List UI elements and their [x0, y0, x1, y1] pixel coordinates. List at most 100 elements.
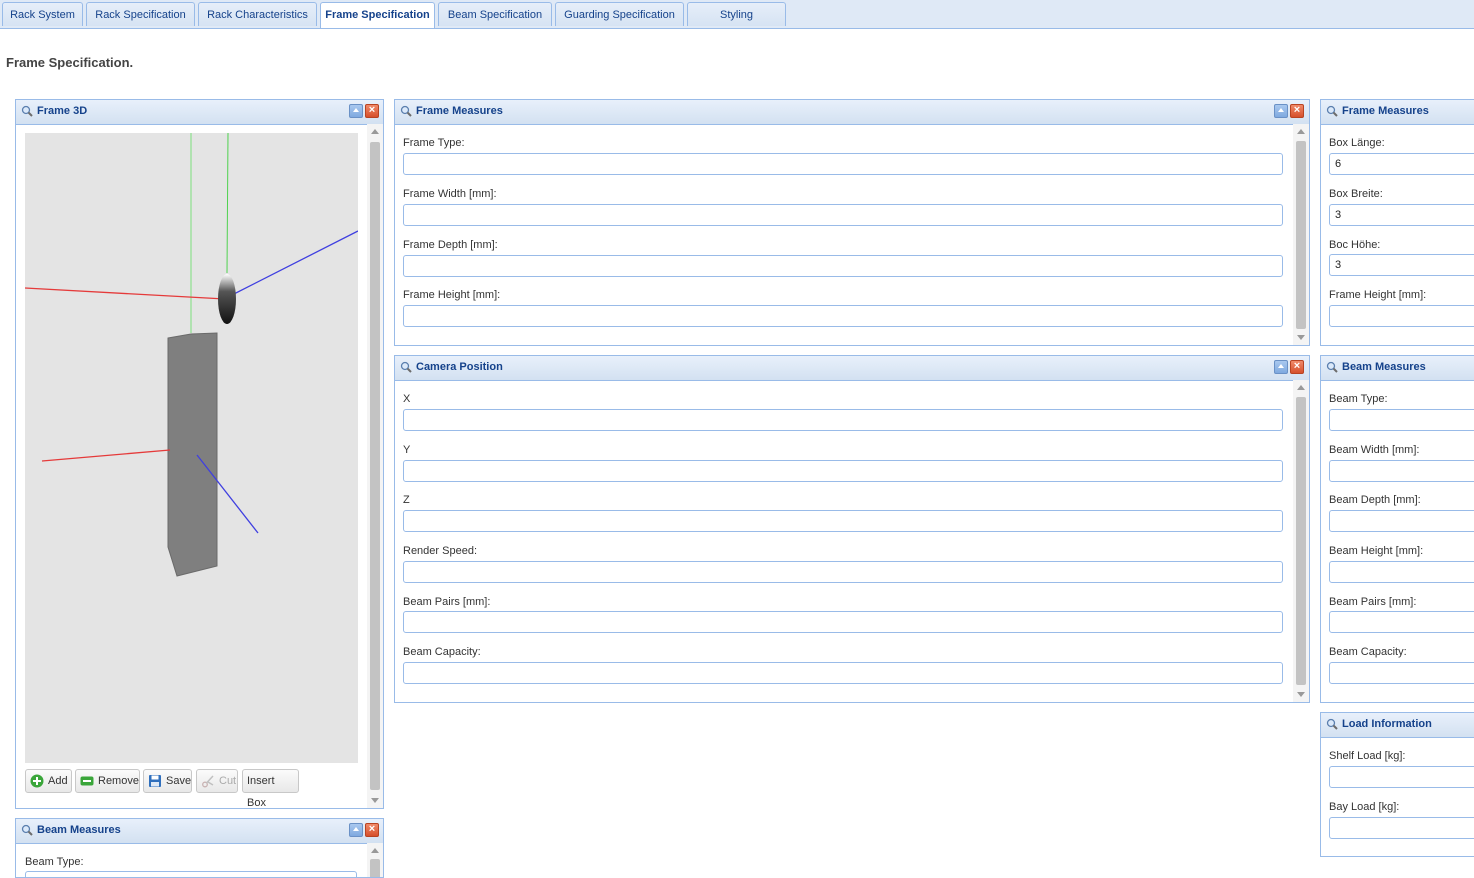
shelf-load-field[interactable]	[1329, 766, 1474, 788]
scroll-down-icon[interactable]	[371, 798, 379, 803]
tab-label: Guarding Specification	[564, 9, 675, 21]
scroll-thumb[interactable]	[1296, 141, 1306, 329]
bay-load-field[interactable]	[1329, 817, 1474, 839]
tab-rack-system[interactable]: Rack System	[2, 2, 83, 26]
frame-height-field[interactable]	[403, 305, 1283, 327]
camera-y-label: Y	[403, 444, 411, 456]
frame-height-right-field[interactable]	[1329, 305, 1474, 327]
magnifier-icon	[21, 824, 33, 836]
magnifier-icon	[1326, 718, 1338, 730]
render-speed-label: Render Speed:	[403, 545, 477, 557]
close-icon[interactable]: ×	[1290, 104, 1304, 118]
y-axis-line	[226, 133, 229, 274]
button-label: Remove	[98, 775, 139, 787]
beam-width-label: Beam Width [mm]:	[1329, 444, 1420, 456]
vertical-scrollbar[interactable]	[367, 124, 383, 808]
camera-y-field[interactable]	[403, 460, 1283, 482]
panel-title: Beam Measures	[1342, 361, 1426, 373]
tab-guarding-specification[interactable]: Guarding Specification	[555, 2, 684, 26]
beam-capacity-label: Beam Capacity:	[1329, 646, 1407, 658]
scroll-thumb[interactable]	[1296, 397, 1306, 685]
insert-box-button[interactable]: Insert Box	[242, 769, 299, 808]
beam-pairs-field[interactable]	[1329, 611, 1474, 633]
save-button[interactable]: Save	[143, 769, 192, 793]
scroll-up-icon[interactable]	[1297, 385, 1305, 390]
scroll-down-icon[interactable]	[1297, 335, 1305, 340]
frame-height-right-label: Frame Height [mm]:	[1329, 289, 1427, 301]
beam-width-field[interactable]	[1329, 460, 1474, 482]
beam-type-field[interactable]	[1329, 409, 1474, 431]
panel-header: Load Information	[1321, 713, 1474, 738]
close-icon[interactable]: ×	[365, 823, 379, 837]
beam-pairs-label: Beam Pairs [mm]:	[403, 596, 491, 608]
panel-title: Load Information	[1342, 718, 1432, 730]
close-icon[interactable]: ×	[365, 104, 379, 118]
box-laenge-field[interactable]	[1329, 153, 1474, 175]
scroll-up-icon[interactable]	[371, 129, 379, 134]
camera-x-label: X	[403, 393, 411, 405]
button-label: Cut	[219, 775, 237, 787]
x-axis-line	[41, 449, 171, 462]
collapse-icon[interactable]	[1274, 360, 1288, 374]
3d-viewport[interactable]	[25, 133, 358, 763]
scissors-icon	[202, 775, 214, 788]
scroll-up-icon[interactable]	[371, 848, 379, 853]
camera-x-field[interactable]	[403, 409, 1283, 431]
beam-capacity-label: Beam Capacity:	[403, 646, 481, 658]
magnifier-icon	[21, 105, 33, 117]
magnifier-icon	[1326, 105, 1338, 117]
button-label: Add	[48, 775, 68, 787]
vertical-scrollbar[interactable]	[1293, 380, 1309, 702]
tab-styling[interactable]: Styling	[687, 2, 786, 26]
camera-z-field[interactable]	[403, 510, 1283, 532]
frame-type-field[interactable]	[403, 153, 1283, 175]
remove-icon	[80, 776, 94, 786]
add-icon	[30, 774, 44, 788]
scroll-thumb[interactable]	[370, 142, 380, 790]
close-icon[interactable]: ×	[1290, 360, 1304, 374]
panel-title: Camera Position	[416, 361, 503, 373]
beam-capacity-field[interactable]	[403, 662, 1283, 684]
box-hoehe-field[interactable]	[1329, 254, 1474, 276]
frame-width-field[interactable]	[403, 204, 1283, 226]
frame-box	[167, 332, 218, 577]
vertical-scrollbar[interactable]	[367, 843, 383, 877]
beam-depth-field[interactable]	[1329, 510, 1474, 532]
scroll-thumb[interactable]	[370, 859, 380, 877]
cut-button[interactable]: Cut	[196, 769, 238, 793]
vertical-scrollbar[interactable]	[1293, 124, 1309, 345]
panel-title: Frame Measures	[416, 105, 503, 117]
scroll-up-icon[interactable]	[1297, 129, 1305, 134]
tab-rack-specification[interactable]: Rack Specification	[86, 2, 195, 26]
beam-capacity-field[interactable]	[1329, 662, 1474, 684]
frame-depth-field[interactable]	[403, 255, 1283, 277]
button-label: Save	[166, 775, 192, 787]
box-breite-field[interactable]	[1329, 204, 1474, 226]
tab-label: Rack System	[10, 9, 75, 21]
collapse-icon[interactable]	[349, 104, 363, 118]
panel-header: Frame Measures ×	[395, 100, 1309, 125]
panel-title: Frame Measures	[1342, 105, 1429, 117]
box-breite-label: Box Breite:	[1329, 188, 1383, 200]
floppy-disk-icon	[149, 775, 161, 787]
scroll-down-icon[interactable]	[1297, 692, 1305, 697]
tab-rack-characteristics[interactable]: Rack Characteristics	[198, 2, 317, 26]
collapse-icon[interactable]	[349, 823, 363, 837]
camera-sphere	[218, 274, 236, 324]
frame-type-label: Frame Type:	[403, 137, 465, 149]
collapse-icon[interactable]	[1274, 104, 1288, 118]
add-button[interactable]: Add	[25, 769, 72, 793]
frame-measures-right-panel: Frame Measures Box Länge: Box Breite: Bo…	[1320, 99, 1474, 346]
beam-height-field[interactable]	[1329, 561, 1474, 583]
beam-type-field[interactable]	[25, 871, 357, 877]
tab-beam-specification[interactable]: Beam Specification	[438, 2, 552, 26]
tab-label: Rack Specification	[95, 9, 186, 21]
render-speed-field[interactable]	[403, 561, 1283, 583]
panel-header: Beam Measures	[1321, 356, 1474, 381]
tab-frame-specification[interactable]: Frame Specification	[320, 2, 435, 28]
panel-header: Camera Position ×	[395, 356, 1309, 381]
beam-measures-right-panel: Beam Measures Beam Type: Beam Width [mm]…	[1320, 355, 1474, 703]
magnifier-icon	[1326, 361, 1338, 373]
beam-pairs-field[interactable]	[403, 611, 1283, 633]
remove-button[interactable]: Remove	[75, 769, 140, 793]
